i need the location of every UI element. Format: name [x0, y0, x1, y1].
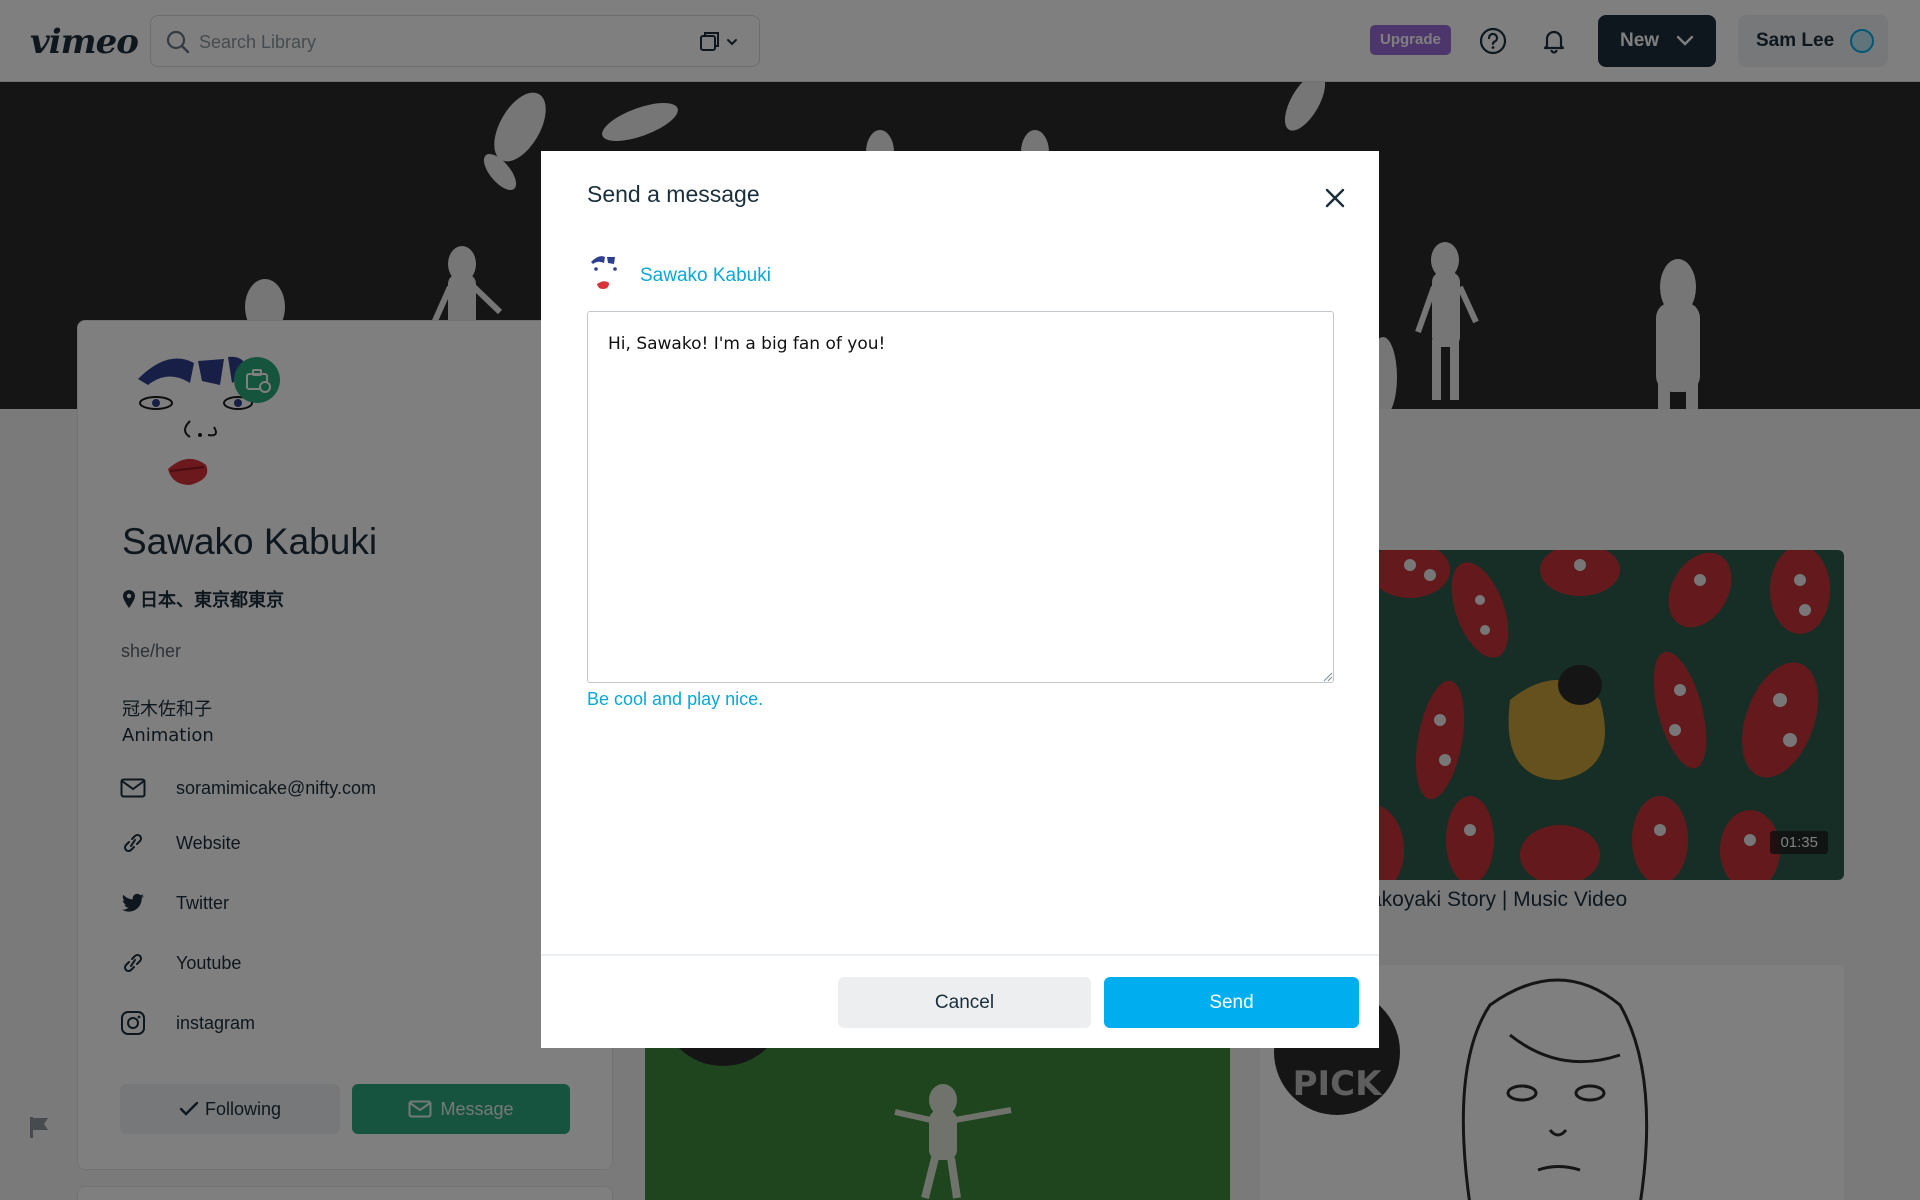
- dialog-title: Send a message: [587, 181, 760, 207]
- cancel-button[interactable]: Cancel: [838, 977, 1091, 1028]
- community-guidelines-link[interactable]: Be cool and play nice.: [587, 689, 763, 710]
- send-button[interactable]: Send: [1104, 977, 1359, 1028]
- message-textarea[interactable]: Hi, Sawako! I'm a big fan of you!: [587, 311, 1334, 683]
- recipient-name[interactable]: Sawako Kabuki: [640, 265, 771, 287]
- send-message-dialog: Send a message Sawako Kabuki Hi, Sawako!…: [541, 151, 1379, 1048]
- recipient-avatar: [591, 256, 617, 289]
- dialog-footer-divider: [541, 954, 1379, 956]
- close-icon[interactable]: [1321, 184, 1349, 212]
- resize-handle-icon[interactable]: [1321, 670, 1333, 682]
